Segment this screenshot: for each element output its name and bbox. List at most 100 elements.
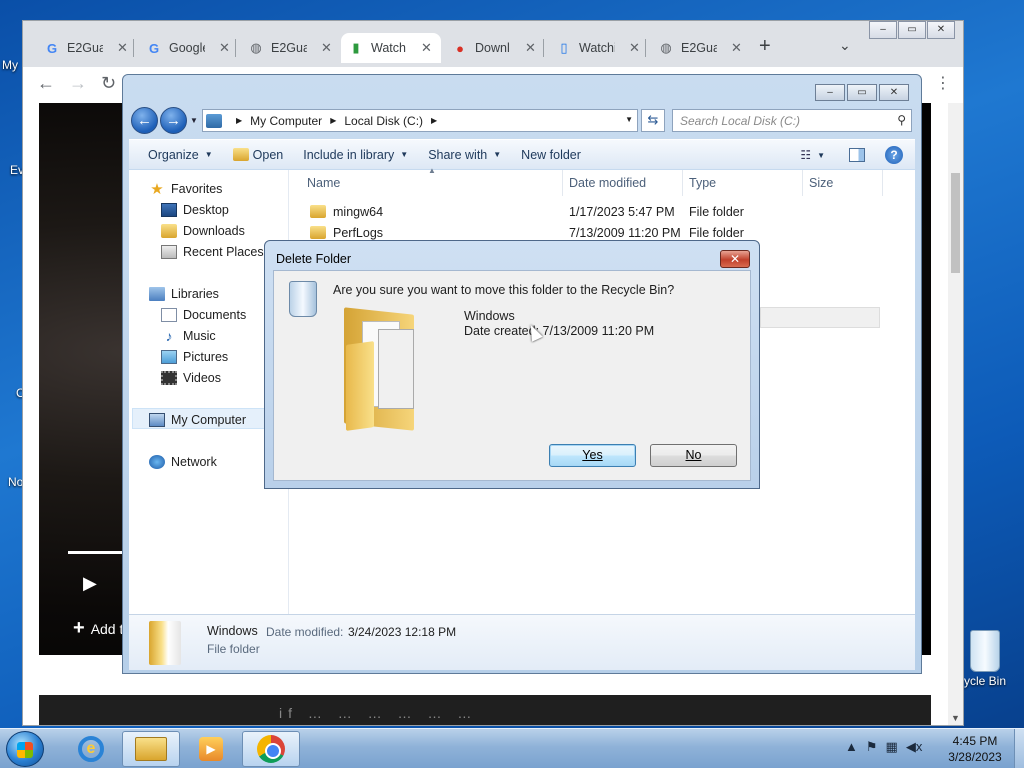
column-header-size[interactable]: Size [803, 170, 883, 196]
folder-icon [149, 621, 181, 665]
chevron-down-icon[interactable]: ⌄ [839, 37, 851, 54]
close-tab-icon[interactable]: ✕ [321, 40, 332, 56]
change-view-icon[interactable]: ☷ [800, 148, 811, 162]
forward-arrow-icon[interactable]: → [69, 73, 87, 94]
kebab-menu-icon[interactable]: ⋮ [935, 73, 951, 93]
tab-label: Watchi [579, 41, 615, 55]
scroll-down-icon[interactable]: ▼ [951, 713, 960, 723]
tab[interactable]: ◍ E2Guar ✕ [651, 33, 742, 63]
close-icon[interactable]: ✕ [720, 250, 750, 268]
file-row[interactable]: mingw64 1/17/2023 5:47 PM File folder [290, 201, 915, 222]
show-desktop-button[interactable] [1014, 729, 1024, 768]
explorer-nav-buttons: ← → ▼ [131, 107, 198, 134]
details-type: File folder [207, 642, 260, 656]
nav-network[interactable]: Network [149, 455, 217, 469]
column-header-type[interactable]: Type [683, 170, 803, 196]
tab[interactable]: ▯ Watchi ✕ [549, 33, 640, 63]
nav-videos[interactable]: Videos [161, 371, 221, 385]
close-tab-icon[interactable]: ✕ [219, 40, 230, 56]
no-button[interactable]: No [650, 444, 737, 467]
tab[interactable]: ◍ E2Guar ✕ [241, 33, 332, 63]
page-scrollbar[interactable]: ▼ [948, 103, 963, 725]
nav-recent-places[interactable]: Recent Places [161, 245, 264, 259]
network-icon [149, 455, 165, 469]
column-header-date[interactable]: Date modified [563, 170, 683, 196]
nav-label: Desktop [183, 203, 229, 217]
close-tab-icon[interactable]: ✕ [525, 40, 536, 56]
organize-button[interactable]: Organize ▼ [148, 148, 213, 162]
help-icon[interactable]: ? [885, 146, 903, 164]
tab[interactable]: G Google ✕ [139, 33, 230, 63]
new-folder-button[interactable]: New folder [521, 148, 581, 162]
action-center-flag-icon[interactable]: ⚑ [866, 739, 878, 755]
breadcrumb-my-computer[interactable]: My Computer [250, 114, 322, 128]
nav-downloads[interactable]: Downloads [161, 224, 245, 238]
search-icon[interactable]: ⚲ [897, 113, 906, 127]
back-button[interactable]: ← [131, 107, 158, 134]
address-bar[interactable]: ▶ My Computer ▶ Local Disk (C:) ▶ ▼ [202, 109, 638, 132]
yes-button[interactable]: Yes [549, 444, 636, 467]
search-input[interactable]: Search Local Disk (C:) ⚲ [672, 109, 912, 132]
scrollbar-thumb[interactable] [951, 173, 960, 273]
play-icon[interactable]: ▶ [83, 573, 97, 594]
nav-documents[interactable]: Documents [161, 308, 246, 322]
tab[interactable]: ● Downl ✕ [445, 33, 536, 63]
downloads-folder-icon [161, 224, 177, 238]
close-icon[interactable]: ✕ [927, 21, 955, 39]
close-tab-icon[interactable]: ✕ [421, 40, 432, 56]
recent-pages-dropdown-icon[interactable]: ▼ [190, 116, 198, 125]
column-header-name[interactable]: Name ▲ [290, 166, 563, 196]
new-tab-icon[interactable]: + [759, 35, 771, 58]
refresh-icon[interactable]: ⇆ [641, 109, 665, 132]
taskbar-internet-explorer[interactable]: e [62, 731, 120, 767]
file-explorer-icon [135, 737, 167, 761]
close-tab-icon[interactable]: ✕ [117, 40, 128, 56]
share-with-button[interactable]: Share with ▼ [428, 148, 501, 162]
nav-music[interactable]: ♪ Music [161, 328, 216, 344]
clock[interactable]: 4:45 PM 3/28/2023 [940, 733, 1010, 765]
selected-row-highlight[interactable] [760, 307, 880, 328]
forward-button[interactable]: → [160, 107, 187, 134]
chevron-down-icon[interactable]: ▼ [817, 151, 825, 160]
taskbar-windows-explorer[interactable] [122, 731, 180, 767]
breadcrumb-local-disk[interactable]: Local Disk (C:) [344, 114, 423, 128]
nav-desktop[interactable]: Desktop [161, 203, 229, 217]
volume-muted-icon[interactable]: ◀x [906, 739, 923, 755]
breadcrumb-arrow-icon[interactable]: ▶ [330, 116, 336, 125]
open-button[interactable]: Open [232, 148, 283, 162]
breadcrumb-arrow-icon[interactable]: ▶ [236, 116, 242, 125]
dialog-message: Are you sure you want to move this folde… [333, 283, 675, 297]
preview-pane-icon[interactable] [849, 148, 865, 162]
close-tab-icon[interactable]: ✕ [629, 40, 640, 56]
nav-libraries[interactable]: Libraries [149, 287, 219, 301]
close-tab-icon[interactable]: ✕ [731, 40, 742, 56]
tab-label: Google [169, 41, 205, 55]
nav-label: Documents [183, 308, 247, 322]
desktop-icon-label[interactable]: My [2, 58, 18, 72]
tab-active[interactable]: ▮ Watch ✕ [341, 33, 441, 63]
videos-icon [161, 371, 177, 385]
reload-icon[interactable]: ↻ [101, 73, 116, 94]
nav-my-computer[interactable]: My Computer [149, 413, 246, 427]
recycle-bin-desktop-icon[interactable]: ycle Bin [955, 630, 1015, 688]
file-date: 7/13/2009 11:20 PM [569, 225, 681, 240]
network-icon[interactable]: ▦ [886, 739, 898, 755]
nav-pictures[interactable]: Pictures [161, 350, 228, 364]
back-arrow-icon[interactable]: ← [37, 73, 55, 94]
breadcrumb-arrow-icon[interactable]: ▶ [431, 116, 437, 125]
tab[interactable]: G E2Guar ✕ [37, 33, 128, 63]
nav-label: Recent Places [183, 245, 264, 259]
taskbar-chrome[interactable] [242, 731, 300, 767]
minimize-icon[interactable]: – [815, 84, 845, 101]
address-dropdown-icon[interactable]: ▼ [625, 115, 633, 124]
start-button[interactable] [6, 731, 44, 767]
google-icon: G [148, 40, 160, 56]
nav-favorites[interactable]: ★ Favorites [149, 181, 222, 198]
close-icon[interactable]: ✕ [879, 84, 909, 101]
taskbar-media-player[interactable]: ▶ [182, 731, 240, 767]
minimize-icon[interactable]: – [869, 21, 897, 39]
maximize-icon[interactable]: ▭ [847, 84, 877, 101]
maximize-icon[interactable]: ▭ [898, 21, 926, 39]
show-hidden-icons-icon[interactable]: ▲ [845, 739, 858, 755]
include-in-library-button[interactable]: Include in library ▼ [303, 148, 408, 162]
